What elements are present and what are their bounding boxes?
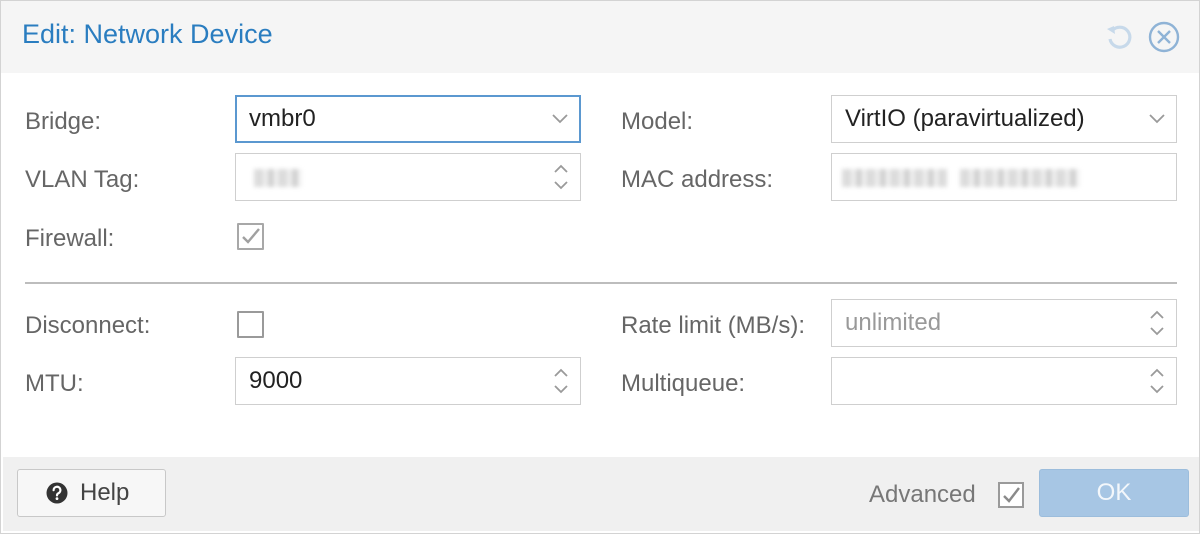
rate-limit-input[interactable]: unlimited xyxy=(831,299,1177,347)
mtu-value: 9000 xyxy=(249,367,303,394)
mac-address-input[interactable] xyxy=(831,153,1177,201)
bridge-value: vmbr0 xyxy=(249,105,316,132)
help-button[interactable]: Help xyxy=(17,469,166,517)
advanced-checkbox[interactable] xyxy=(998,482,1024,508)
bridge-select[interactable]: vmbr0 xyxy=(235,95,581,143)
chevron-down-icon[interactable] xyxy=(551,97,569,141)
firewall-label: Firewall: xyxy=(25,225,115,252)
chevron-down-icon[interactable] xyxy=(1148,96,1166,142)
dialog-title: Edit: Network Device xyxy=(22,19,273,49)
redacted-value xyxy=(960,169,1080,187)
multiqueue-input[interactable] xyxy=(831,357,1177,405)
question-circle-icon xyxy=(46,482,68,504)
vlan-tag-label: VLAN Tag: xyxy=(25,166,140,193)
checkmark-icon xyxy=(1003,487,1020,503)
firewall-checkbox[interactable] xyxy=(237,223,264,250)
rate-limit-label: Rate limit (MB/s): xyxy=(621,312,806,339)
spinner-icon[interactable] xyxy=(552,358,570,404)
reset-icon[interactable] xyxy=(1103,21,1135,53)
close-icon[interactable] xyxy=(1148,21,1180,53)
checkmark-icon xyxy=(242,228,260,244)
advanced-label: Advanced xyxy=(869,481,976,508)
vlan-tag-input[interactable] xyxy=(235,153,581,201)
advanced-separator xyxy=(25,282,1177,284)
multiqueue-label: Multiqueue: xyxy=(621,370,746,397)
ok-button[interactable]: OK xyxy=(1039,469,1189,517)
redacted-value xyxy=(842,169,947,187)
rate-limit-placeholder: unlimited xyxy=(845,309,942,336)
spinner-icon[interactable] xyxy=(1148,300,1166,346)
spinner-icon[interactable] xyxy=(552,154,570,200)
edit-network-device-dialog: Edit: Network Device Bridge: vmbr0 VLAN … xyxy=(0,0,1200,534)
mtu-input[interactable]: 9000 xyxy=(235,357,581,405)
mac-address-label: MAC address: xyxy=(621,166,774,193)
ok-button-label: OK xyxy=(1096,479,1132,506)
dialog-header: Edit: Network Device xyxy=(1,1,1199,73)
model-select[interactable]: VirtIO (paravirtualized) xyxy=(831,95,1177,143)
help-button-label: Help xyxy=(80,479,130,506)
disconnect-label: Disconnect: xyxy=(25,312,151,339)
mtu-label: MTU: xyxy=(25,370,84,397)
model-value: VirtIO (paravirtualized) xyxy=(845,105,1085,132)
model-label: Model: xyxy=(621,108,694,135)
spinner-icon[interactable] xyxy=(1148,358,1166,404)
redacted-value xyxy=(254,169,302,187)
disconnect-checkbox[interactable] xyxy=(237,311,264,338)
dialog-footer: Help Advanced OK xyxy=(3,457,1199,531)
bridge-label: Bridge: xyxy=(25,108,102,135)
